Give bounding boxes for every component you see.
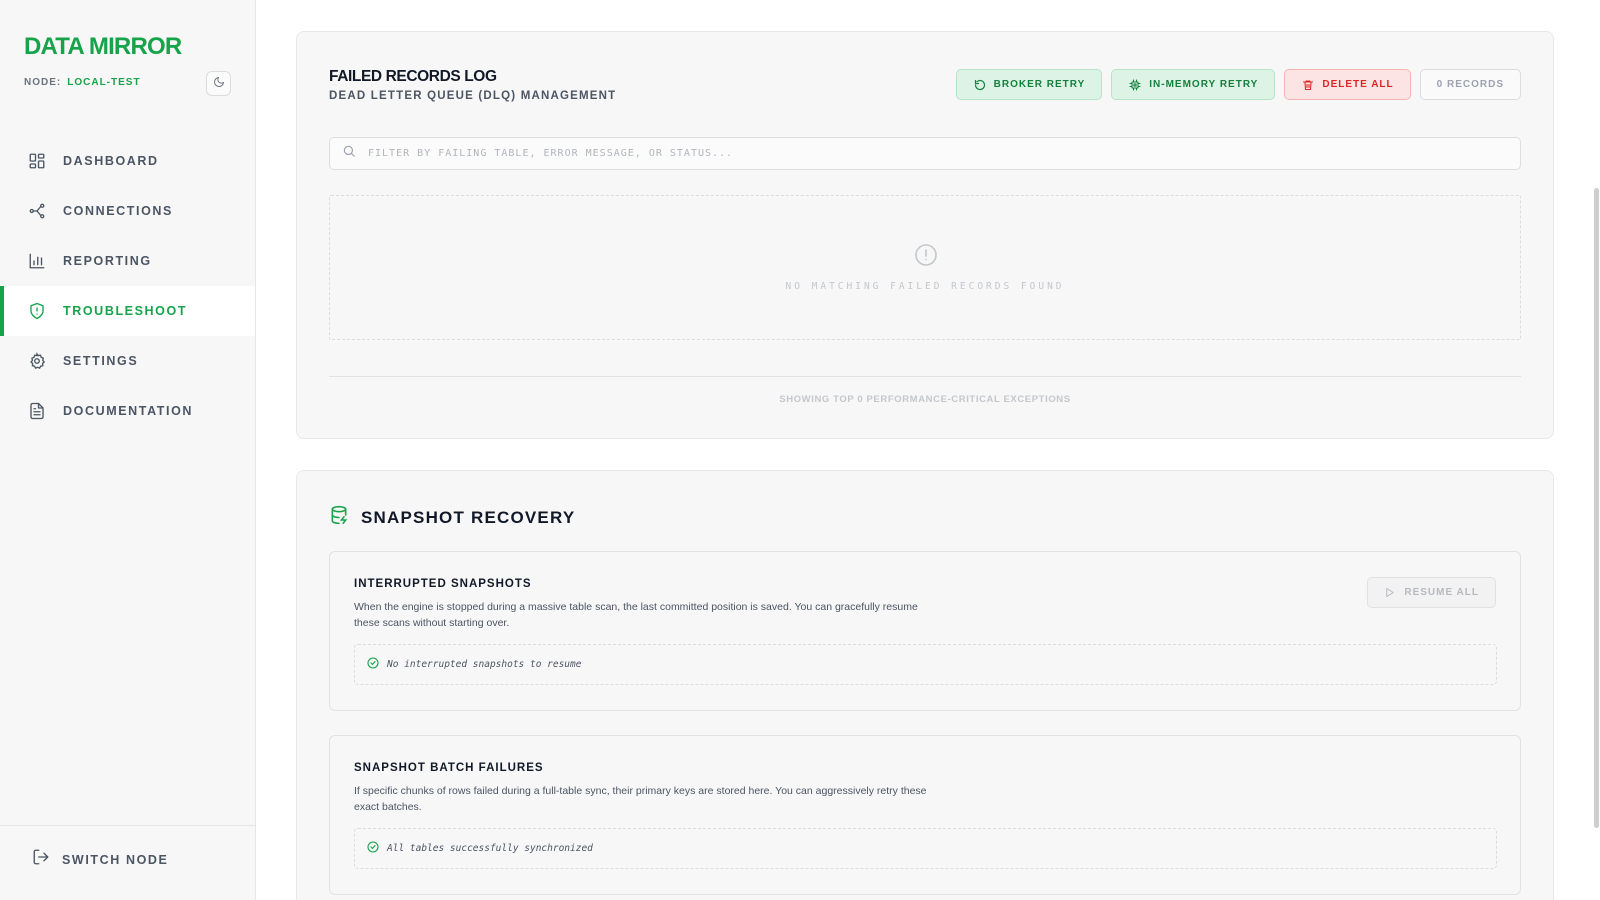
refresh-icon (973, 78, 987, 92)
in-memory-retry-label: IN-MEMORY RETRY (1149, 79, 1259, 90)
sidebar-item-connections[interactable]: CONNECTIONS (0, 186, 255, 236)
node-indicator: NODE: LOCAL-TEST (24, 77, 141, 88)
search-icon (342, 144, 356, 163)
exceptions-footer: SHOWING TOP 0 PERFORMANCE-CRITICAL EXCEP… (779, 394, 1071, 405)
resume-all-button[interactable]: RESUME ALL (1367, 577, 1496, 608)
sidebar-item-dashboard[interactable]: DASHBOARD (0, 136, 255, 186)
failed-records-card: FAILED RECORDS LOG DEAD LETTER QUEUE (DL… (296, 31, 1554, 439)
panel-description: When the engine is stopped during a mass… (354, 601, 918, 629)
document-icon (27, 401, 47, 421)
snapshot-header: SNAPSHOT RECOVERY (329, 505, 575, 530)
sidebar-footer: SWITCH NODE (0, 825, 255, 900)
database-icon (329, 505, 349, 530)
card-title: FAILED RECORDS LOG (329, 68, 497, 85)
broker-retry-button[interactable]: BROKER RETRY (955, 69, 1103, 100)
dlq-actions: BROKER RETRY IN-MEMORY RETRY DELETE ALL … (955, 69, 1521, 100)
logout-icon (32, 848, 50, 871)
in-memory-retry-button[interactable]: IN-MEMORY RETRY (1111, 69, 1276, 100)
status-text: No interrupted snapshots to resume (387, 659, 582, 670)
alert-circle-icon (914, 243, 938, 267)
resume-all-label: RESUME ALL (1404, 587, 1479, 598)
record-count-label: 0 RECORDS (1436, 79, 1504, 90)
theme-toggle-button[interactable] (206, 71, 231, 96)
node-value: LOCAL-TEST (67, 77, 141, 88)
filter-bar (329, 137, 1521, 170)
switch-node-button[interactable]: SWITCH NODE (32, 848, 169, 871)
sidebar: DATA MIRROR NODE: LOCAL-TEST DASHBOARD CO… (0, 0, 256, 900)
record-count-badge: 0 RECORDS (1419, 69, 1521, 100)
section-title: SNAPSHOT RECOVERY (361, 507, 576, 527)
snapshot-recovery-card: SNAPSHOT RECOVERY INTERRUPTED SNAPSHOTS … (296, 470, 1554, 900)
sidebar-item-reporting[interactable]: REPORTING (0, 236, 255, 286)
trash-icon (1301, 78, 1315, 92)
card-subtitle: DEAD LETTER QUEUE (DLQ) MANAGEMENT (329, 90, 617, 102)
sidebar-item-label: DOCUMENTATION (63, 404, 194, 418)
gear-icon (27, 351, 47, 371)
panel-title: SNAPSHOT BATCH FAILURES (354, 762, 544, 774)
sidebar-item-label: REPORTING (63, 254, 152, 268)
broker-retry-label: BROKER RETRY (993, 79, 1086, 90)
check-circle-icon (367, 656, 379, 674)
cpu-icon (1128, 78, 1142, 92)
status-text: All tables successfully synchronized (387, 843, 593, 854)
filter-input[interactable] (368, 148, 1468, 159)
page-scrollbar[interactable] (1592, 0, 1600, 900)
scrollbar-thumb[interactable] (1594, 188, 1599, 828)
empty-state: NO MATCHING FAILED RECORDS FOUND (329, 195, 1521, 340)
sidebar-item-documentation[interactable]: DOCUMENTATION (0, 386, 255, 436)
play-icon (1384, 587, 1396, 599)
connections-icon (27, 201, 47, 221)
empty-message: NO MATCHING FAILED RECORDS FOUND (785, 281, 1065, 292)
panel-title: INTERRUPTED SNAPSHOTS (354, 578, 532, 590)
batch-status: All tables successfully synchronized (354, 828, 1497, 869)
app-logo-title: DATA MIRROR (24, 33, 182, 60)
sidebar-item-troubleshoot[interactable]: TROUBLESHOOT (0, 286, 255, 336)
sidebar-item-settings[interactable]: SETTINGS (0, 336, 255, 386)
interrupted-snapshots-panel: INTERRUPTED SNAPSHOTS When the engine is… (329, 551, 1521, 711)
sidebar-nav: DASHBOARD CONNECTIONS REPORTING TROUBLES… (0, 136, 255, 436)
panel-description: If specific chunks of rows failed during… (354, 785, 927, 813)
moon-icon (213, 75, 225, 93)
divider (329, 376, 1521, 377)
delete-all-button[interactable]: DELETE ALL (1284, 69, 1411, 100)
sidebar-item-label: DASHBOARD (63, 154, 159, 168)
sidebar-item-label: TROUBLESHOOT (63, 304, 188, 318)
check-circle-icon (367, 840, 379, 858)
sidebar-item-label: SETTINGS (63, 354, 139, 368)
node-label: NODE: (24, 77, 62, 88)
dashboard-icon (27, 151, 47, 171)
snapshot-batch-failures-panel: SNAPSHOT BATCH FAILURES If specific chun… (329, 735, 1521, 895)
interrupted-status: No interrupted snapshots to resume (354, 644, 1497, 685)
shield-alert-icon (27, 301, 47, 321)
bar-chart-icon (27, 251, 47, 271)
switch-node-label: SWITCH NODE (62, 852, 169, 867)
delete-all-label: DELETE ALL (1322, 79, 1394, 90)
sidebar-item-label: CONNECTIONS (63, 204, 173, 218)
